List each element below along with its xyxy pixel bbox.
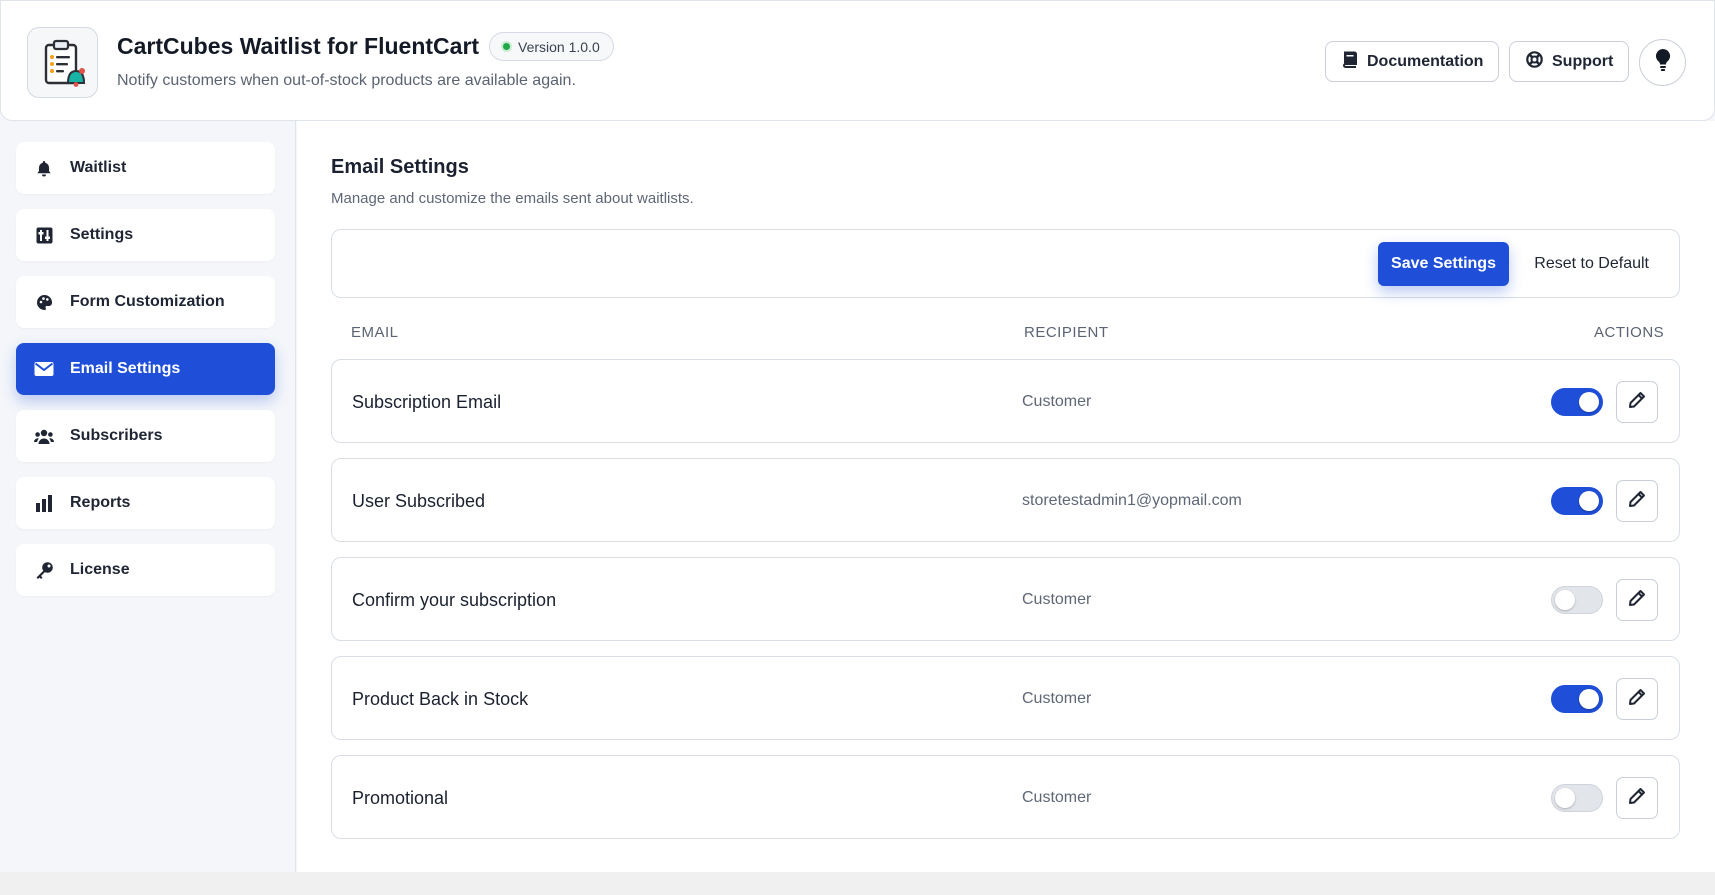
sidebar-item-email-settings[interactable]: Email Settings xyxy=(16,343,275,395)
sidebar-item-reports[interactable]: Reports xyxy=(16,477,275,529)
sidebar-item-label: Form Customization xyxy=(70,293,225,310)
edit-email-button[interactable] xyxy=(1616,678,1658,720)
documentation-button[interactable]: Documentation xyxy=(1325,41,1499,82)
edit-email-button[interactable] xyxy=(1616,777,1658,819)
sidebar-item-label: Waitlist xyxy=(70,159,127,176)
support-label: Support xyxy=(1552,52,1614,70)
app-header: CartCubes Waitlist for FluentCart Versio… xyxy=(0,0,1715,121)
sidebar-item-label: Settings xyxy=(70,226,134,243)
sidebar-item-form-customization[interactable]: Form Customization xyxy=(16,276,275,328)
sliders-icon xyxy=(34,225,54,245)
pencil-icon xyxy=(1628,787,1646,810)
theme-toggle-button[interactable] xyxy=(1639,39,1686,86)
envelope-icon xyxy=(34,359,54,379)
email-enabled-toggle[interactable] xyxy=(1551,586,1603,614)
email-enabled-toggle[interactable] xyxy=(1551,685,1603,713)
sidebar-item-waitlist[interactable]: Waitlist xyxy=(16,142,275,194)
toggle-knob xyxy=(1579,689,1599,709)
email-name: Subscription Email xyxy=(352,391,502,412)
lightbulb-icon xyxy=(1655,48,1671,77)
main-content: Email Settings Manage and customize the … xyxy=(297,121,1715,872)
pencil-icon xyxy=(1628,490,1646,513)
table-row: Product Back in Stock Customer xyxy=(331,656,1680,740)
edit-email-button[interactable] xyxy=(1616,579,1658,621)
clipboard-bell-icon xyxy=(27,27,98,98)
reset-to-default-button[interactable]: Reset to Default xyxy=(1534,242,1649,286)
email-name: User Subscribed xyxy=(352,490,486,511)
toggle-knob xyxy=(1579,392,1599,412)
pencil-icon xyxy=(1628,688,1646,711)
email-recipient: Customer xyxy=(1022,690,1092,707)
status-dot-icon xyxy=(501,41,512,52)
email-recipient: storetestadmin1@yopmail.com xyxy=(1022,492,1242,509)
palette-icon xyxy=(34,292,54,312)
email-enabled-toggle[interactable] xyxy=(1551,388,1603,416)
email-recipient: Customer xyxy=(1022,393,1092,410)
email-recipient: Customer xyxy=(1022,789,1092,806)
sidebar: Waitlist Settings Form Customization Ema… xyxy=(0,121,296,872)
sidebar-item-settings[interactable]: Settings xyxy=(16,209,275,261)
life-ring-icon xyxy=(1526,50,1543,73)
page-title: Email Settings xyxy=(331,156,469,178)
key-icon xyxy=(34,560,54,580)
table-row: Subscription Email Customer xyxy=(331,359,1680,443)
email-name: Confirm your subscription xyxy=(352,589,557,610)
settings-toolbar: Save Settings Reset to Default xyxy=(331,229,1680,298)
version-badge: Version 1.0.0 xyxy=(489,32,614,61)
page-subtitle: Manage and customize the emails sent abo… xyxy=(331,190,694,207)
sidebar-item-subscribers[interactable]: Subscribers xyxy=(16,410,275,462)
sidebar-item-label: License xyxy=(70,561,130,578)
bell-icon xyxy=(34,158,54,178)
sidebar-item-label: Subscribers xyxy=(70,427,163,444)
table-row: Promotional Customer xyxy=(331,755,1680,839)
users-icon xyxy=(34,426,54,446)
pencil-icon xyxy=(1628,589,1646,612)
version-label: Version 1.0.0 xyxy=(518,38,600,55)
email-name: Product Back in Stock xyxy=(352,688,529,709)
app-subtitle: Notify customers when out-of-stock produ… xyxy=(117,72,576,89)
book-icon xyxy=(1342,51,1358,73)
column-header-email: EMAIL xyxy=(351,324,399,341)
sidebar-item-label: Reports xyxy=(70,494,131,511)
documentation-label: Documentation xyxy=(1367,52,1484,70)
email-enabled-toggle[interactable] xyxy=(1551,784,1603,812)
save-settings-button[interactable]: Save Settings xyxy=(1378,242,1509,286)
bar-chart-icon xyxy=(34,493,54,513)
toggle-knob xyxy=(1555,788,1575,808)
column-header-actions: ACTIONS xyxy=(1594,324,1665,341)
email-recipient: Customer xyxy=(1022,591,1092,608)
app-window: CartCubes Waitlist for FluentCart Versio… xyxy=(0,0,1715,872)
sidebar-item-license[interactable]: License xyxy=(16,544,275,596)
support-button[interactable]: Support xyxy=(1509,41,1629,82)
toggle-knob xyxy=(1579,491,1599,511)
column-header-recipient: RECIPIENT xyxy=(1024,324,1109,341)
sidebar-item-label: Email Settings xyxy=(70,360,181,377)
table-row: User Subscribed storetestadmin1@yopmail.… xyxy=(331,458,1680,542)
edit-email-button[interactable] xyxy=(1616,381,1658,423)
app-title: CartCubes Waitlist for FluentCart xyxy=(117,33,480,59)
email-enabled-toggle[interactable] xyxy=(1551,487,1603,515)
pencil-icon xyxy=(1628,391,1646,414)
toggle-knob xyxy=(1555,590,1575,610)
email-name: Promotional xyxy=(352,787,449,808)
table-row: Confirm your subscription Customer xyxy=(331,557,1680,641)
edit-email-button[interactable] xyxy=(1616,480,1658,522)
